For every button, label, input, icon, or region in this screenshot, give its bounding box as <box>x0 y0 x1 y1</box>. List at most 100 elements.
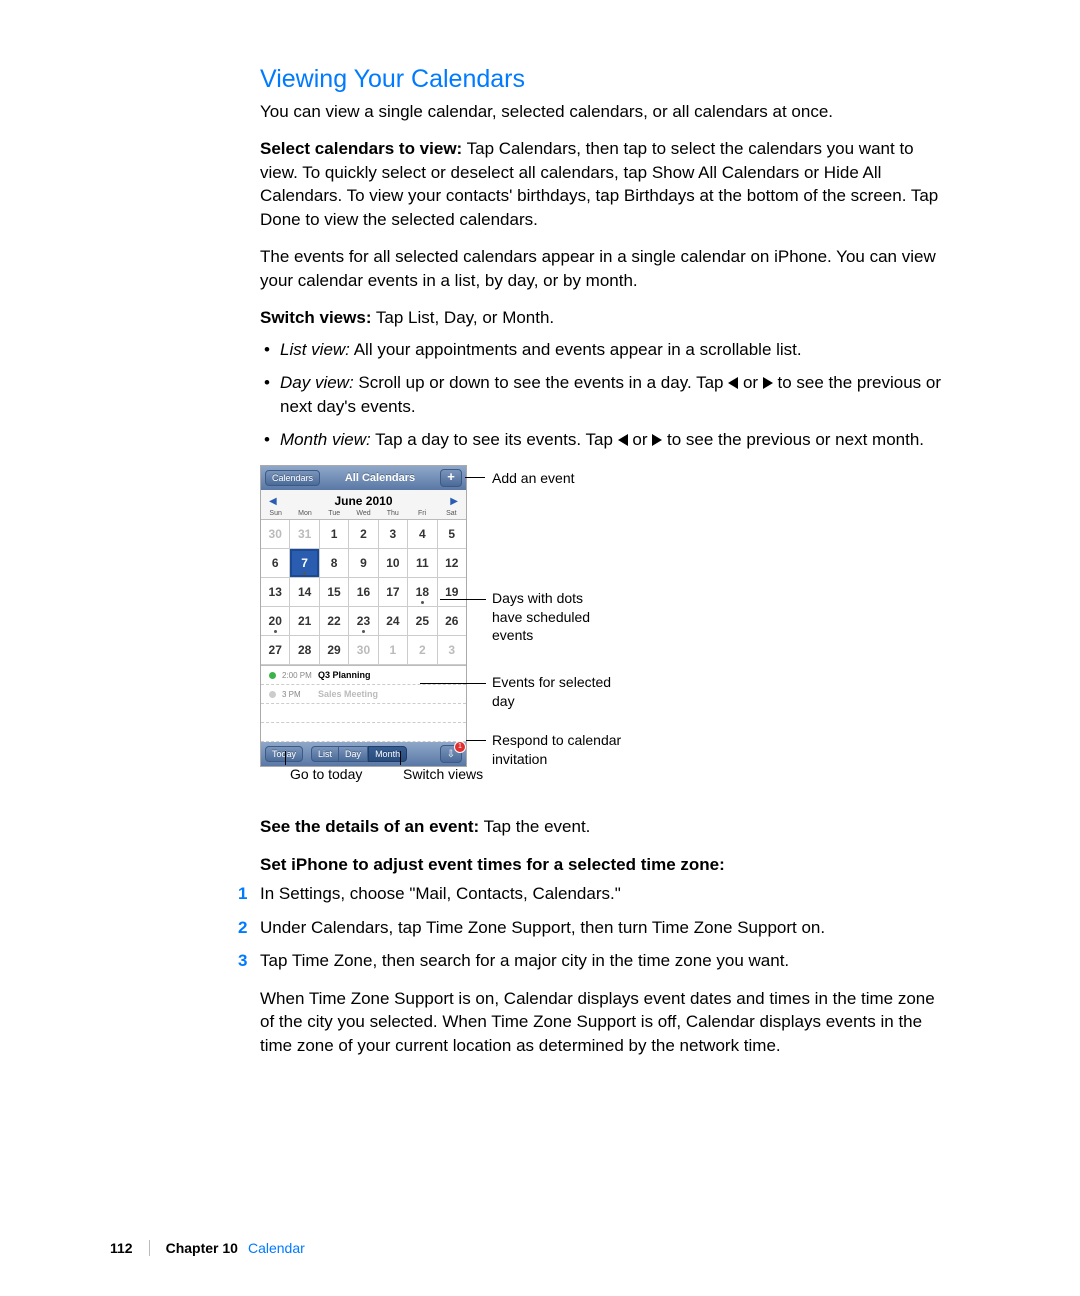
step-3: 3Tap Time Zone, then search for a major … <box>260 949 945 972</box>
calendar-color-dot-icon <box>269 691 276 698</box>
events-area: 2:00 PM Q3 Planning 3 PMSales Meeting <box>261 665 466 742</box>
calendar-day[interactable]: 2 <box>349 520 378 549</box>
calendar-day[interactable]: 20 <box>261 607 290 636</box>
triangle-right-icon <box>652 434 662 446</box>
dow-label: Mon <box>290 508 319 519</box>
switch-views-lead: Switch views: <box>260 308 371 327</box>
inbox-badge: 1 <box>454 741 466 753</box>
callout-switch-views: Switch views <box>403 765 483 783</box>
step-number: 3 <box>238 949 247 972</box>
month-view-c: to see the previous or next month. <box>662 430 924 449</box>
callout-line <box>465 477 485 478</box>
calendar-day[interactable]: 10 <box>379 549 408 578</box>
calendar-day[interactable]: 25 <box>408 607 437 636</box>
day-button[interactable]: Day <box>339 746 368 762</box>
day-view-b: or <box>738 373 763 392</box>
calendar-day[interactable]: 27 <box>261 636 290 665</box>
event-title: Sales Meeting <box>318 689 378 699</box>
add-event-button[interactable]: + <box>440 469 462 487</box>
triangle-left-icon <box>728 377 738 389</box>
event-row[interactable]: 3 PMSales Meeting <box>261 685 466 704</box>
calendar-day[interactable]: 23 <box>349 607 378 636</box>
inbox-button[interactable]: ⇩ 1 <box>440 745 462 763</box>
calendar-day[interactable]: 14 <box>290 578 319 607</box>
calendar-day[interactable]: 6 <box>261 549 290 578</box>
month-view-a: Tap a day to see its events. Tap <box>371 430 618 449</box>
calendar-day[interactable]: 3 <box>379 520 408 549</box>
callout-events: Events for selected day <box>492 673 612 709</box>
calendar-day[interactable]: 4 <box>408 520 437 549</box>
select-calendars-lead: Select calendars to view: <box>260 139 462 158</box>
callout-tick <box>400 751 401 765</box>
calendar-day[interactable]: 13 <box>261 578 290 607</box>
calendar-day[interactable]: 18 <box>408 578 437 607</box>
event-dot-icon <box>303 572 306 575</box>
inbox-icon: ⇩ <box>447 749 455 760</box>
calendar-day[interactable]: 7 <box>290 549 319 578</box>
calendar-day[interactable]: 31 <box>290 520 319 549</box>
calendar-figure: Calendars All Calendars + ◀ June 2010 ▶ … <box>260 465 945 795</box>
calendar-day[interactable]: 30 <box>261 520 290 549</box>
calendar-day[interactable]: 22 <box>320 607 349 636</box>
calendar-day[interactable]: 1 <box>379 636 408 665</box>
step-1: 1In Settings, choose "Mail, Contacts, Ca… <box>260 882 945 905</box>
event-dot-icon <box>274 630 277 633</box>
calendar-day[interactable]: 30 <box>349 636 378 665</box>
calendar-day[interactable]: 5 <box>438 520 466 549</box>
month-view-b: or <box>628 430 653 449</box>
calendar-day[interactable]: 12 <box>438 549 466 578</box>
calendar-day[interactable]: 21 <box>290 607 319 636</box>
month-button[interactable]: Month <box>368 746 407 762</box>
list-button[interactable]: List <box>311 746 339 762</box>
dow-label: Thu <box>378 508 407 519</box>
calendar-day[interactable]: 2 <box>408 636 437 665</box>
intro-paragraph: You can view a single calendar, selected… <box>260 100 945 123</box>
calendar-day[interactable]: 29 <box>320 636 349 665</box>
timezone-steps: 1In Settings, choose "Mail, Contacts, Ca… <box>260 882 945 972</box>
events-paragraph: The events for all selected calendars ap… <box>260 245 945 292</box>
switch-views-body: Tap List, Day, or Month. <box>371 308 554 327</box>
prev-month-arrow[interactable]: ◀ <box>269 496 277 507</box>
callout-inbox: Respond to calendar invitation <box>492 731 642 767</box>
calendar-day[interactable]: 11 <box>408 549 437 578</box>
calendars-button[interactable]: Calendars <box>265 470 320 486</box>
bullet-day-view: Day view: Scroll up or down to see the e… <box>280 371 945 418</box>
calendar-day[interactable]: 26 <box>438 607 466 636</box>
callout-line <box>440 599 486 600</box>
day-view-label: Day view: <box>280 373 354 392</box>
timezone-heading: Set iPhone to adjust event times for a s… <box>260 853 945 876</box>
step-3-body: Tap Time Zone, then search for a major c… <box>260 951 789 970</box>
step-1-body: In Settings, choose "Mail, Contacts, Cal… <box>260 884 621 903</box>
calendar-day[interactable]: 15 <box>320 578 349 607</box>
event-dot-icon <box>421 601 424 604</box>
calendar-day[interactable]: 1 <box>320 520 349 549</box>
event-dot-icon <box>362 630 365 633</box>
page-footer: 112 Chapter 10 Calendar <box>110 1240 305 1256</box>
dow-label: Tue <box>320 508 349 519</box>
triangle-right-icon <box>763 377 773 389</box>
empty-event-row <box>261 704 466 723</box>
day-view-a: Scroll up or down to see the events in a… <box>354 373 729 392</box>
timezone-explanation: When Time Zone Support is on, Calendar d… <box>260 987 945 1057</box>
callout-line <box>466 740 486 741</box>
callout-dots: Days with dots have scheduled events <box>492 589 612 644</box>
calendar-day[interactable]: 8 <box>320 549 349 578</box>
view-segmented-control: List Day Month <box>311 746 407 762</box>
month-title: June 2010 <box>334 494 392 508</box>
bottom-toolbar: Today List Day Month ⇩ 1 <box>261 742 466 766</box>
calendar-day[interactable]: 19 <box>438 578 466 607</box>
select-calendars-paragraph: Select calendars to view: Tap Calendars,… <box>260 137 945 231</box>
next-month-arrow[interactable]: ▶ <box>450 496 458 507</box>
calendar-day[interactable]: 28 <box>290 636 319 665</box>
event-time: 2:00 PM <box>282 671 312 680</box>
calendar-day[interactable]: 9 <box>349 549 378 578</box>
month-view-label: Month view: <box>280 430 371 449</box>
calendar-day[interactable]: 24 <box>379 607 408 636</box>
see-details-lead: See the details of an event: <box>260 817 479 836</box>
callout-line <box>420 683 486 684</box>
calendar-day[interactable]: 17 <box>379 578 408 607</box>
calendar-day[interactable]: 3 <box>438 636 466 665</box>
event-title: Q3 Planning <box>318 670 371 680</box>
month-header: ◀ June 2010 ▶ <box>261 490 466 508</box>
calendar-day[interactable]: 16 <box>349 578 378 607</box>
